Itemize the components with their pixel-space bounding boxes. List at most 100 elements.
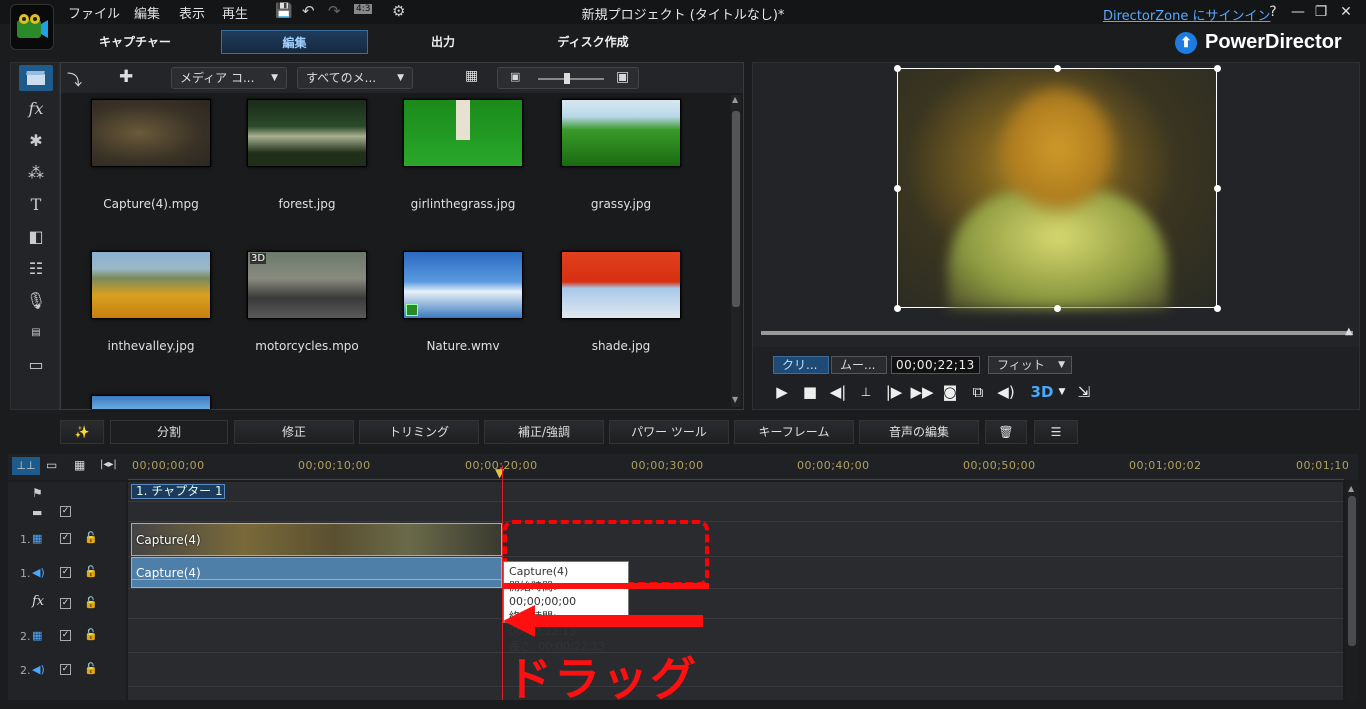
effect-track[interactable] bbox=[128, 589, 1343, 619]
stop-icon[interactable]: ■ bbox=[799, 381, 821, 403]
track-lock-icon[interactable]: 🔓 bbox=[84, 662, 98, 675]
directorzone-signin-link[interactable]: DirectorZone にサインイン bbox=[1103, 5, 1270, 24]
restore-button[interactable]: ❐ bbox=[1312, 4, 1330, 20]
track-enable-checkbox[interactable]: ✓ bbox=[60, 630, 71, 641]
resize-handle[interactable] bbox=[894, 65, 901, 72]
split-button[interactable]: 分割 bbox=[110, 420, 228, 444]
scroll-thumb[interactable] bbox=[1348, 496, 1356, 646]
save-icon[interactable]: 💾 bbox=[275, 3, 292, 19]
tab-edit[interactable]: 編集 bbox=[221, 30, 368, 54]
thumb-shade[interactable] bbox=[561, 251, 681, 319]
trim-button[interactable]: トリミング bbox=[359, 420, 479, 444]
previous-frame-icon[interactable]: ◀| bbox=[827, 381, 849, 403]
media-room-icon[interactable] bbox=[19, 65, 53, 91]
resize-handle[interactable] bbox=[1054, 305, 1061, 312]
redo-icon[interactable]: ↷ bbox=[328, 2, 341, 20]
chapter-track[interactable] bbox=[128, 482, 1343, 502]
tab-capture[interactable]: キャプチャー bbox=[90, 30, 180, 54]
next-frame-icon[interactable]: |▶ bbox=[883, 381, 905, 403]
chapter-marker[interactable]: 1. チャプター 1 bbox=[131, 484, 225, 499]
transition-room-icon[interactable]: ◧ bbox=[19, 223, 53, 249]
add-track-icon[interactable]: ▦ bbox=[74, 458, 85, 472]
scroll-up-icon[interactable]: ▲ bbox=[1348, 484, 1354, 493]
zoom-fit-dropdown[interactable]: フィット ▼ bbox=[988, 356, 1072, 374]
audio-track-2[interactable] bbox=[128, 653, 1343, 687]
power-tools-button[interactable]: パワー ツール bbox=[609, 420, 729, 444]
track-enable-checkbox[interactable]: ✓ bbox=[60, 664, 71, 675]
fix-button[interactable]: 修正 bbox=[234, 420, 354, 444]
magic-tools-icon[interactable]: ✨ bbox=[60, 420, 104, 444]
thumb-grassy[interactable] bbox=[561, 99, 681, 167]
thumb-motorcycles[interactable]: 3D bbox=[247, 251, 367, 319]
menu-view[interactable]: 表示 bbox=[179, 3, 205, 22]
delete-trash-icon[interactable]: 🗑 bbox=[985, 420, 1027, 444]
scroll-down-icon[interactable]: ▼ bbox=[732, 395, 738, 404]
close-button[interactable]: ✕ bbox=[1337, 4, 1355, 20]
library-scrollbar[interactable]: ▲ ▼ bbox=[731, 95, 741, 407]
external-display-icon[interactable]: ⧉ bbox=[967, 381, 989, 403]
enhance-button[interactable]: 補正/強調 bbox=[484, 420, 604, 444]
track-lock-icon[interactable]: 🔓 bbox=[84, 596, 98, 609]
voice-over-microphone-icon[interactable]: 🎙 bbox=[19, 287, 53, 313]
minimize-button[interactable]: — bbox=[1289, 4, 1307, 20]
aspect-ratio-badge[interactable]: 4:3 bbox=[354, 4, 373, 14]
tab-clip-mode[interactable]: クリ... bbox=[773, 356, 829, 374]
track-lock-icon[interactable]: 🔓 bbox=[84, 628, 98, 641]
resize-handle[interactable] bbox=[894, 305, 901, 312]
settings-gear-icon[interactable]: ⚙ bbox=[392, 2, 405, 20]
help-button[interactable]: ? bbox=[1264, 4, 1282, 20]
app-logo-icon[interactable] bbox=[10, 4, 54, 50]
audio-edit-button[interactable]: 音声の編集 bbox=[859, 420, 979, 444]
menu-edit[interactable]: 編集 bbox=[134, 3, 160, 22]
timeline-tracks[interactable] bbox=[128, 482, 1343, 700]
seek-thumb[interactable]: ▲ bbox=[1345, 326, 1353, 337]
track-enable-checkbox[interactable]: ✓ bbox=[60, 598, 71, 609]
preview-video-frame[interactable] bbox=[894, 65, 1221, 312]
timeline-scrollbar[interactable]: ▲ bbox=[1346, 482, 1358, 700]
play-icon[interactable]: ▶ bbox=[771, 381, 793, 403]
fit-timeline-icon[interactable]: |◂▸| bbox=[100, 459, 117, 470]
slider-thumb[interactable] bbox=[564, 73, 570, 84]
resize-handle[interactable] bbox=[1054, 65, 1061, 72]
thumb-inthevalley[interactable] bbox=[91, 251, 211, 319]
chevron-down-icon[interactable]: ▼ bbox=[1051, 381, 1073, 403]
media-content-dropdown[interactable]: メディア コ... ▼ bbox=[171, 67, 287, 89]
storyboard-view-icon[interactable]: ▭ bbox=[46, 458, 57, 472]
fast-forward-icon[interactable]: ▶▶ bbox=[910, 381, 933, 403]
tab-produce[interactable]: 出力 bbox=[410, 30, 476, 54]
edit-list-icon[interactable]: ☰ bbox=[1034, 420, 1078, 444]
thumb-partial[interactable] bbox=[91, 395, 211, 409]
subtitle-room-icon[interactable]: ▭ bbox=[19, 351, 53, 377]
resize-handle[interactable] bbox=[1214, 305, 1221, 312]
track-enable-checkbox[interactable]: ✓ bbox=[60, 567, 71, 578]
menu-file[interactable]: ファイル bbox=[68, 3, 120, 22]
resize-handle[interactable] bbox=[1214, 185, 1221, 192]
volume-icon[interactable]: ◀) bbox=[995, 381, 1017, 403]
subtitle-track[interactable] bbox=[128, 502, 1343, 522]
timeline-view-icon[interactable]: ⊥⊥ bbox=[12, 457, 40, 475]
keyframe-button[interactable]: キーフレーム bbox=[734, 420, 854, 444]
update-arrow-icon[interactable]: ⬆ bbox=[1175, 31, 1197, 54]
media-filter-dropdown[interactable]: すべてのメ... ▼ bbox=[297, 67, 413, 89]
scroll-thumb[interactable] bbox=[732, 111, 740, 307]
tab-movie-mode[interactable]: ムー... bbox=[831, 356, 887, 374]
tab-create-disc[interactable]: ディスク作成 bbox=[548, 30, 638, 54]
thumb-capture4[interactable] bbox=[91, 99, 211, 167]
resize-handle[interactable] bbox=[894, 185, 901, 192]
thumb-forest[interactable] bbox=[247, 99, 367, 167]
scroll-up-icon[interactable]: ▲ bbox=[732, 95, 738, 104]
import-media-icon[interactable]: ⤵ bbox=[67, 69, 82, 90]
video-clip-capture4[interactable]: Capture(4) bbox=[131, 523, 502, 556]
track-enable-checkbox[interactable]: ✓ bbox=[60, 533, 71, 544]
track-lock-icon[interactable]: 🔓 bbox=[84, 565, 98, 578]
thumb-girlinthegrass[interactable] bbox=[403, 99, 523, 167]
title-room-icon[interactable]: T bbox=[19, 191, 53, 217]
resize-handle[interactable] bbox=[1214, 65, 1221, 72]
plugin-puzzle-icon[interactable]: ✚ bbox=[119, 67, 133, 87]
undock-preview-icon[interactable]: ⇲ bbox=[1073, 381, 1095, 403]
thumbnail-size-slider[interactable]: ▣ ▣ bbox=[497, 67, 639, 89]
audio-clip-capture4[interactable]: Capture(4) bbox=[131, 557, 502, 588]
track-lock-icon[interactable]: 🔓 bbox=[84, 531, 98, 544]
preview-seek-bar[interactable]: ▲ bbox=[761, 326, 1353, 337]
snapshot-camera-icon[interactable]: ◙ bbox=[939, 381, 961, 403]
